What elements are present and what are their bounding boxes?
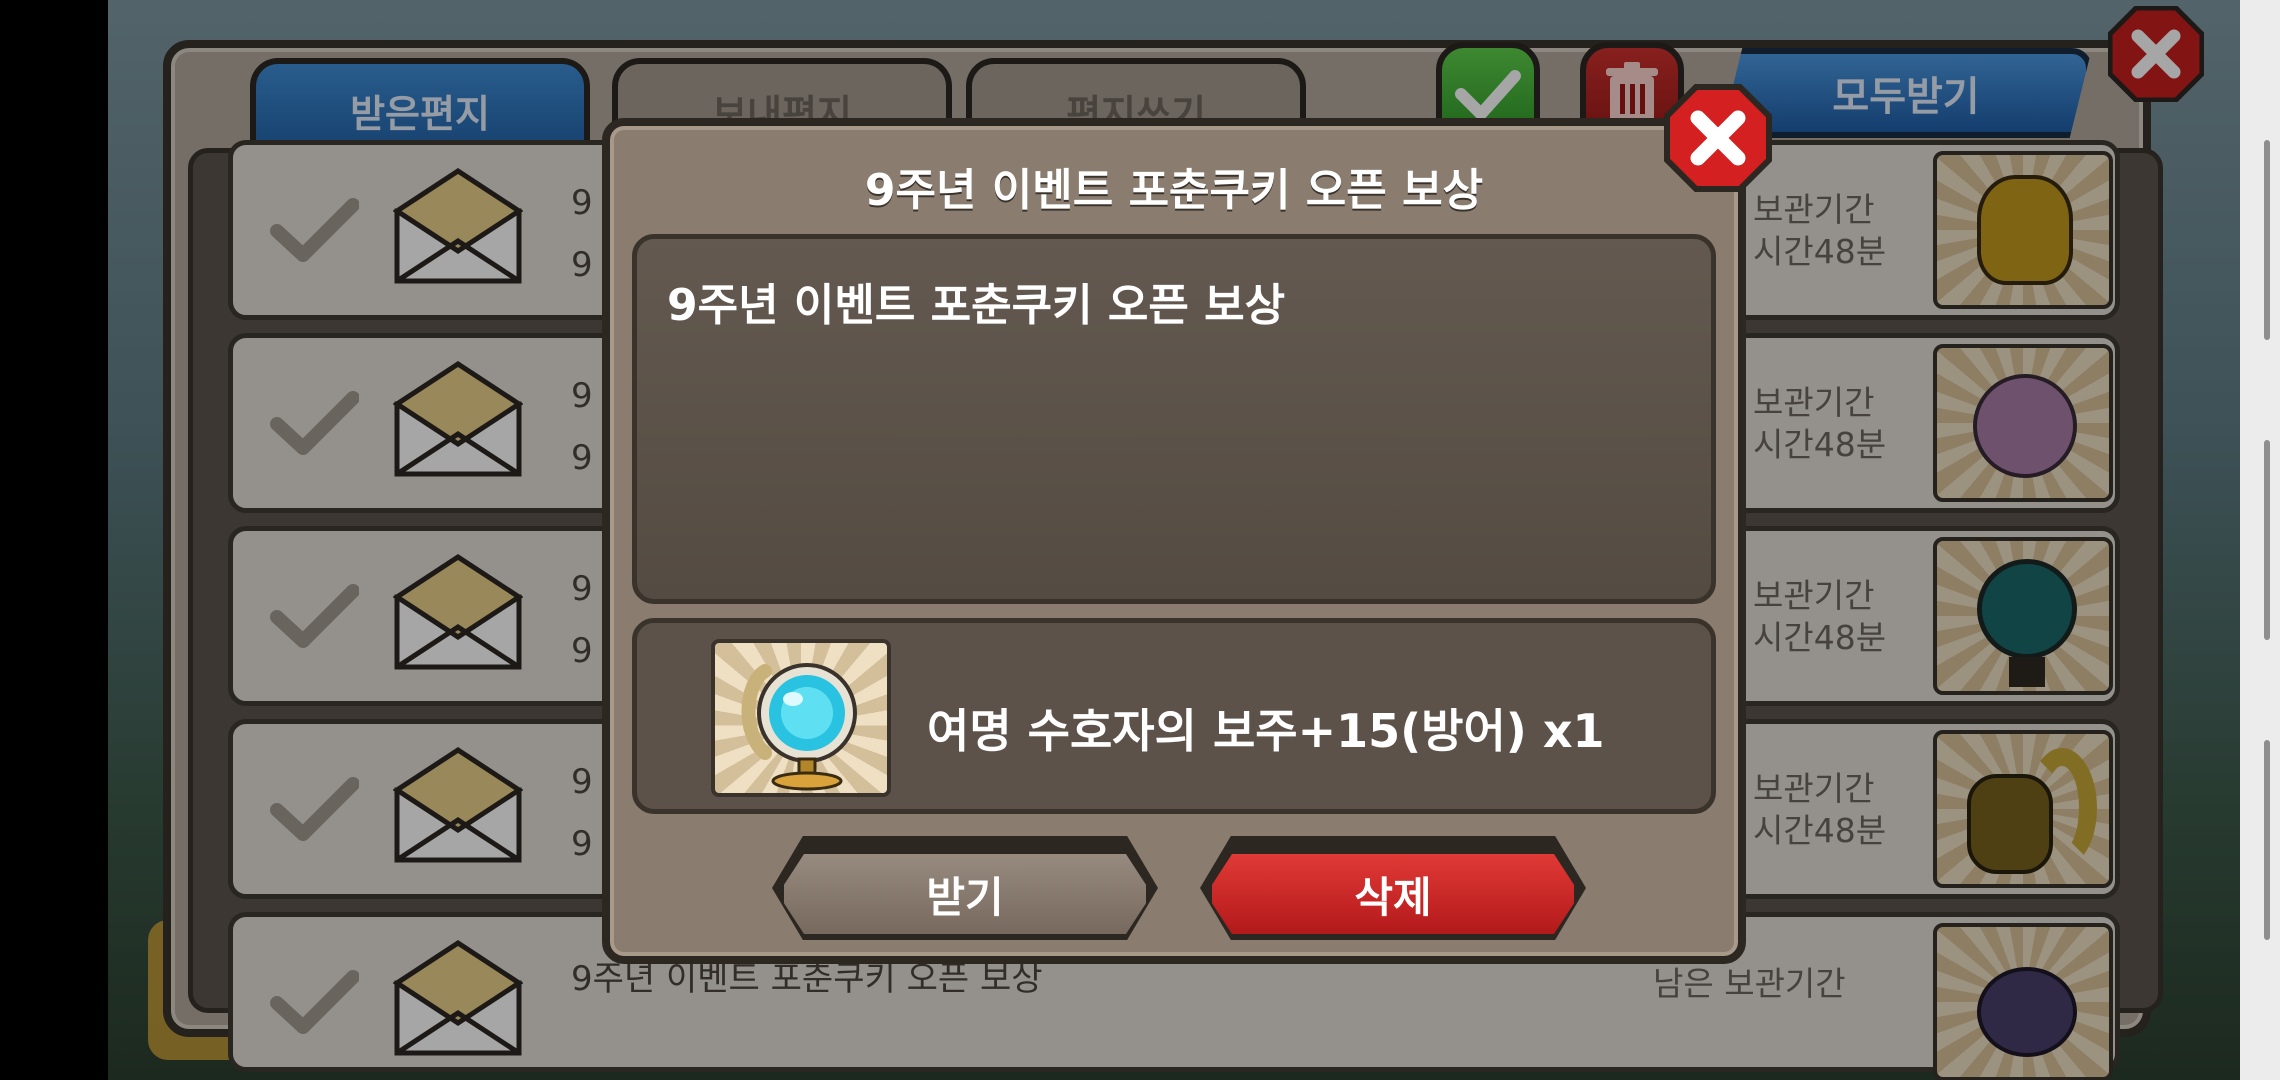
delete-button[interactable]: 삭제 bbox=[1206, 848, 1580, 940]
message-body-text: 9주년 이벤트 포춘쿠키 오픈 보상 bbox=[667, 280, 1286, 331]
close-dialog-button[interactable] bbox=[1664, 84, 1772, 192]
dialog-title: 9주년 이벤트 포춘쿠키 오픈 보상 bbox=[864, 165, 1484, 216]
message-body-box: 9주년 이벤트 포춘쿠키 오픈 보상 bbox=[632, 234, 1716, 604]
reward-box: 여명 수호자의 보주+15(방어) x1 bbox=[632, 618, 1716, 814]
orb-icon bbox=[741, 663, 857, 791]
reward-item-name: 여명 수호자의 보주+15(방어) x1 bbox=[927, 704, 1605, 758]
scrollbar-thumb[interactable] bbox=[2264, 140, 2270, 340]
receive-button[interactable]: 받기 bbox=[778, 848, 1152, 940]
system-scrollbar-area bbox=[2240, 0, 2280, 1080]
mail-detail-dialog: 9주년 이벤트 포춘쿠키 오픈 보상 9주년 이벤트 포춘쿠키 오픈 보상 여명… bbox=[602, 118, 1746, 964]
reward-item-icon bbox=[711, 639, 891, 797]
scrollbar-thumb[interactable] bbox=[2264, 440, 2270, 640]
left-black-strip bbox=[0, 0, 108, 1080]
scrollbar-thumb[interactable] bbox=[2264, 740, 2270, 940]
